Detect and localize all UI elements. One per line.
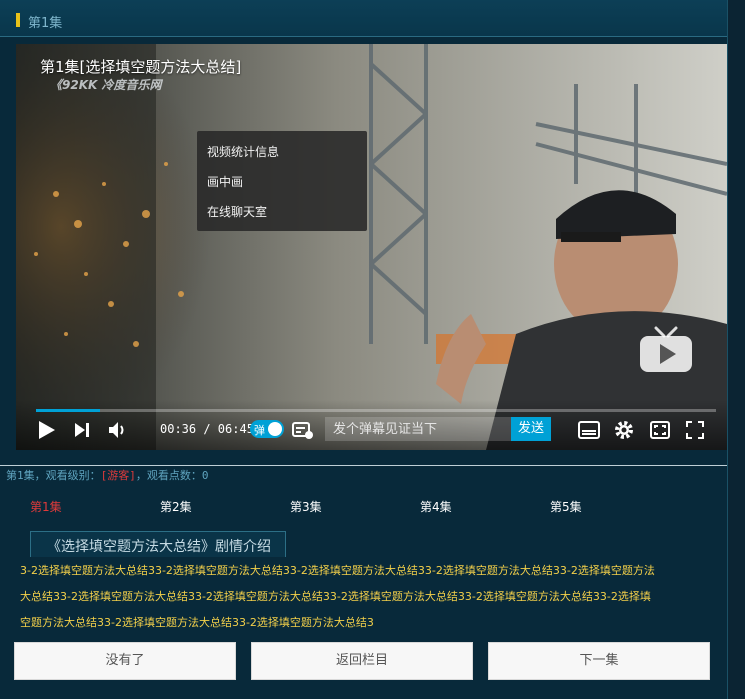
watch-points: ，观看点数：0	[135, 469, 209, 482]
play-icon[interactable]	[38, 420, 56, 440]
panel-header: 第1集	[0, 0, 727, 37]
video-title: 第1集[选择填空题方法大总结]	[40, 58, 242, 76]
web-fullscreen-icon[interactable]	[650, 421, 670, 439]
danmaku-settings-icon[interactable]	[292, 420, 314, 440]
menu-item-pip[interactable]: 画中画	[207, 173, 243, 190]
subtitle-icon[interactable]	[578, 421, 600, 439]
back-to-list-button[interactable]: 返回栏目	[251, 642, 473, 680]
danmaku-toggle-label: 弹	[254, 424, 265, 437]
context-menu: 视频统计信息 画中画 在线聊天室	[197, 131, 367, 231]
control-bar: 00:36 / 06:45 弹 发送	[16, 400, 727, 450]
prev-episode-button[interactable]: 没有了	[14, 642, 236, 680]
watch-info: 第1集，观看级别：[游客]，观看点数：0	[6, 467, 209, 483]
danmaku-input[interactable]	[325, 417, 511, 441]
synopsis-tab-label: 《选择填空题方法大总结》剧情介绍	[47, 539, 271, 555]
synopsis-text: 3-2选择填空题方法大总结33-2选择填空题方法大总结33-2选择填空题方法大总…	[20, 558, 704, 636]
synopsis-line: 空题方法大总结33-2选择填空题方法大总结33-2选择填空题方法大总结3	[20, 616, 374, 629]
synopsis-line: 3-2选择填空题方法大总结33-2选择填空题方法大总结33-2选择填空题方法大总…	[20, 564, 655, 577]
episode-link-5[interactable]: 第5集	[550, 498, 582, 515]
menu-item-stats[interactable]: 视频统计信息	[207, 143, 279, 160]
video-panel: 第1集 第1集[选择填空题方法大总结] 《92KK 冷度音乐网 视频统计信息 画…	[0, 0, 728, 699]
danmaku-toggle[interactable]: 弹	[250, 420, 284, 438]
time-display: 00:36 / 06:45	[160, 422, 254, 436]
gear-icon[interactable]	[614, 420, 634, 440]
divider	[0, 465, 727, 466]
fullscreen-icon[interactable]	[686, 421, 704, 439]
watermark-logo: 《92KK 冷度音乐网	[50, 78, 162, 92]
synopsis-tab[interactable]: 《选择填空题方法大总结》剧情介绍	[30, 531, 286, 557]
panel-title: 第1集	[28, 16, 63, 31]
toggle-knob	[268, 422, 282, 436]
progress-bar[interactable]	[36, 409, 716, 412]
video-player[interactable]: 第1集[选择填空题方法大总结] 《92KK 冷度音乐网 视频统计信息 画中画 在…	[16, 44, 727, 450]
menu-item-chatroom[interactable]: 在线聊天室	[207, 203, 267, 220]
watch-level-badge: [游客]	[100, 469, 136, 482]
next-icon[interactable]	[74, 422, 90, 438]
video-frame	[16, 44, 727, 450]
header-marker	[16, 13, 20, 27]
episode-link-2[interactable]: 第2集	[160, 498, 192, 515]
next-episode-button[interactable]: 下一集	[488, 642, 710, 680]
progress-fill	[36, 409, 100, 412]
watch-info-episode: 第1集，观看级别：	[6, 469, 101, 482]
episode-link-1[interactable]: 第1集	[30, 498, 62, 515]
send-button[interactable]: 发送	[511, 417, 551, 441]
volume-icon[interactable]	[108, 420, 128, 440]
tv-play-icon[interactable]	[638, 326, 694, 374]
episode-link-4[interactable]: 第4集	[420, 498, 452, 515]
synopsis-line: 大总结33-2选择填空题方法大总结33-2选择填空题方法大总结33-2选择填空题…	[20, 590, 651, 603]
episode-link-3[interactable]: 第3集	[290, 498, 322, 515]
